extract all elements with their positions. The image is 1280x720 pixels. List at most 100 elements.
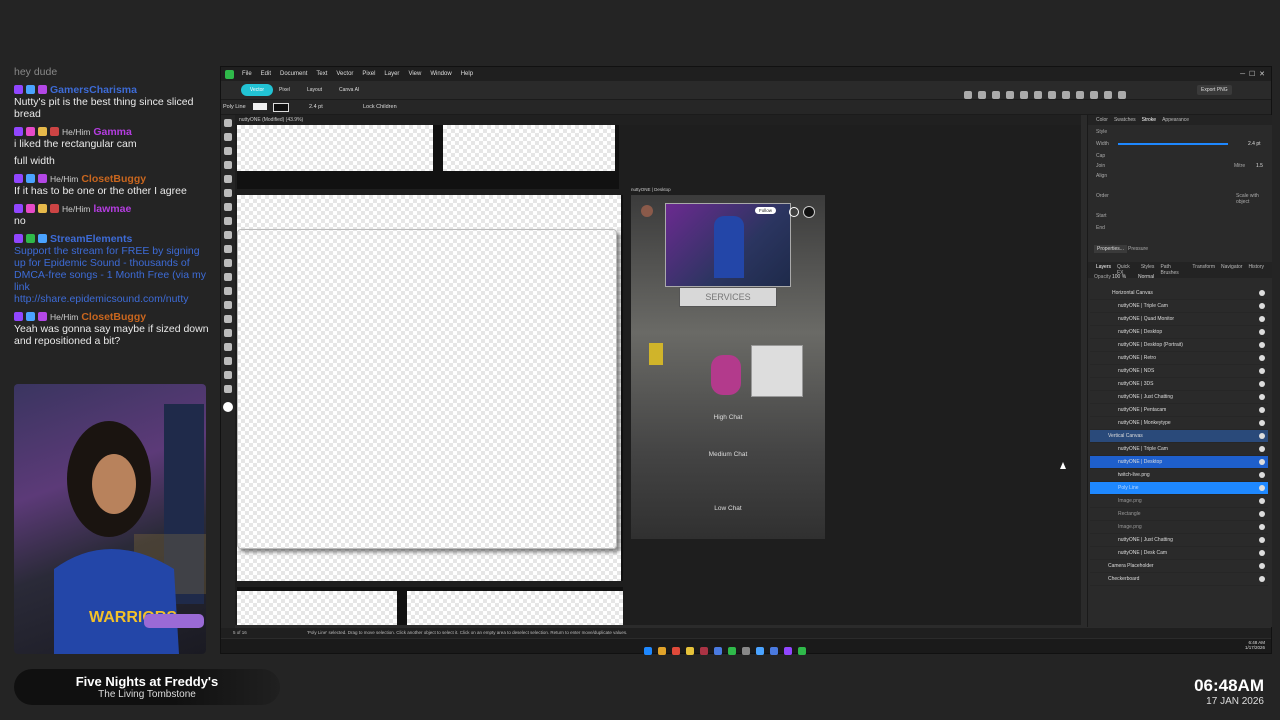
layer-row[interactable]: Checkerboard [1090,573,1268,586]
face-icon[interactable] [803,206,815,218]
eye-icon[interactable] [1259,576,1265,582]
tab-swatches[interactable]: Swatches [1114,117,1136,123]
eye-icon[interactable] [1259,524,1265,530]
properties-button[interactable]: Properties... [1094,245,1127,253]
eye-icon[interactable] [1259,394,1265,400]
layer-row[interactable]: nuttyONE | Just Chatting [1090,534,1268,547]
layer-row[interactable]: nuttyONE | Retro [1090,352,1268,365]
layer-row[interactable]: nuttyONE | Desk Cam [1090,547,1268,560]
tab-color[interactable]: Color [1096,117,1108,123]
eye-icon[interactable] [1259,290,1265,296]
eye-icon[interactable] [1259,381,1265,387]
tab-stroke[interactable]: Stroke [1142,117,1156,123]
blend-mode-select[interactable]: Normal [1138,274,1154,280]
stroke-width-value[interactable]: 2.4 pt [1248,141,1261,147]
layer-row[interactable]: nuttyONE | Pentacam [1090,404,1268,417]
chat-link[interactable]: http://share.epidemicsound.com/nutty [14,293,214,305]
shield-badge-icon [26,174,35,183]
window-controls[interactable]: ─ ☐ ✕ [1240,70,1265,78]
menu-help[interactable]: Help [461,71,473,77]
export-png-button[interactable]: Export PNG [1197,85,1232,95]
follow-button[interactable]: Follow [755,207,777,214]
stroke-width-field[interactable]: 2.4 pt [309,104,323,110]
star-icon[interactable] [789,207,799,217]
opacity-value[interactable]: 100 % [1112,274,1126,280]
chat-overlay: hey dude GamersCharisma Nutty's pit is t… [14,66,214,386]
eye-icon[interactable] [1259,433,1265,439]
menu-window[interactable]: Window [430,71,451,77]
eye-icon[interactable] [1259,537,1265,543]
layer-row[interactable]: nuttyONE | Just Chatting [1090,391,1268,404]
layer-row[interactable]: nuttyONE | Triple Cam [1090,300,1268,313]
layer-row[interactable]: Image.png [1090,521,1268,534]
layer-row[interactable]: nuttyONE | Monkeytype [1090,417,1268,430]
eye-icon[interactable] [1259,355,1265,361]
persona-vector[interactable]: Vector [241,84,273,96]
eye-icon[interactable] [1259,472,1265,478]
layer-row[interactable]: Rectangle [1090,508,1268,521]
menu-view[interactable]: View [408,71,421,77]
eye-icon[interactable] [1259,342,1265,348]
layer-row[interactable]: nuttyONE | Desktop (Portrait) [1090,339,1268,352]
document-tab[interactable]: nuttyONE (Modified) (43.9%) [235,115,1081,125]
eye-icon[interactable] [1259,511,1265,517]
chat-text: hey dude [14,66,58,78]
layer-row[interactable]: twitch-live.png [1090,469,1268,482]
chat-message: He/Him ClosetBuggy If it has to be one or… [14,172,214,197]
layer-row[interactable]: Camera Placeholder [1090,560,1268,573]
twitch-badge-icon [14,204,23,213]
fill-swatch[interactable] [253,103,267,110]
tab-navigator[interactable]: Navigator [1221,264,1242,276]
taskbar-app-icons[interactable] [641,642,809,660]
layer-row[interactable]: Horizontal Canvas [1090,287,1268,300]
layer-row[interactable]: nuttyONE | Desktop [1090,326,1268,339]
eye-icon[interactable] [1259,563,1265,569]
eye-icon[interactable] [1259,407,1265,413]
tray-clock[interactable]: 6:48 AM 1/17/2026 [1245,640,1265,650]
menu-pixel[interactable]: Pixel [362,71,375,77]
eye-icon[interactable] [1259,303,1265,309]
layer-row[interactable]: nuttyONE | 3DS [1090,378,1268,391]
chat-message: GamersCharisma Nutty's pit is the best t… [14,83,214,120]
page-indicator[interactable]: 5 of 16 [233,628,247,638]
tool-icons[interactable] [221,115,235,415]
eye-icon[interactable] [1259,498,1265,504]
layer-row[interactable]: nuttyONE | Quad Monitor [1090,313,1268,326]
vertical-artboard[interactable]: Follow SERVICES High Chat Medium Chat Lo… [631,195,825,539]
layer-row[interactable]: Vertical Canvas [1090,430,1268,443]
menu-vector[interactable]: Vector [336,71,353,77]
scale-with-object[interactable]: Scale with object [1236,193,1272,205]
eye-icon[interactable] [1259,446,1265,452]
persona-layout[interactable]: Layout [307,84,322,96]
menu-layer[interactable]: Layer [384,71,399,77]
persona-pixel[interactable]: Pixel [279,84,290,96]
eye-icon[interactable] [1259,329,1265,335]
menu-document[interactable]: Document [280,71,307,77]
tab-transform[interactable]: Transform [1192,264,1215,276]
mitre-value[interactable]: 1.5 [1256,163,1263,169]
tab-history[interactable]: History [1248,264,1264,276]
chat-text: If it has to be one or the other I agree [14,185,187,197]
persona-canva-ai[interactable]: Canva AI [339,84,359,96]
lock-children-toggle[interactable]: Lock Children [363,104,397,110]
layer-row[interactable]: nuttyONE | Triple Cam [1090,443,1268,456]
eye-icon[interactable] [1259,420,1265,426]
layer-row[interactable]: Image.png [1090,495,1268,508]
layer-row[interactable]: Poly Line [1090,482,1268,495]
eye-icon[interactable] [1259,550,1265,556]
menu-file[interactable]: File [242,71,252,77]
shield-badge-icon [26,312,35,321]
canvas-area[interactable]: nuttyONE | Desktop Follow SERVICES High … [235,125,1081,625]
stroke-swatch[interactable] [273,103,289,112]
eye-icon[interactable] [1259,485,1265,491]
stroke-width-slider[interactable] [1118,143,1228,145]
menu-edit[interactable]: Edit [261,71,271,77]
eye-icon[interactable] [1259,316,1265,322]
eye-icon[interactable] [1259,459,1265,465]
tab-appearance[interactable]: Appearance [1162,117,1189,123]
menu-text[interactable]: Text [316,71,327,77]
eye-icon[interactable] [1259,368,1265,374]
layer-row[interactable]: nuttyONE | Desktop [1090,456,1268,469]
layer-row[interactable]: nuttyONE | NDS [1090,365,1268,378]
tab-path-brushes[interactable]: Path Brushes [1160,264,1186,276]
